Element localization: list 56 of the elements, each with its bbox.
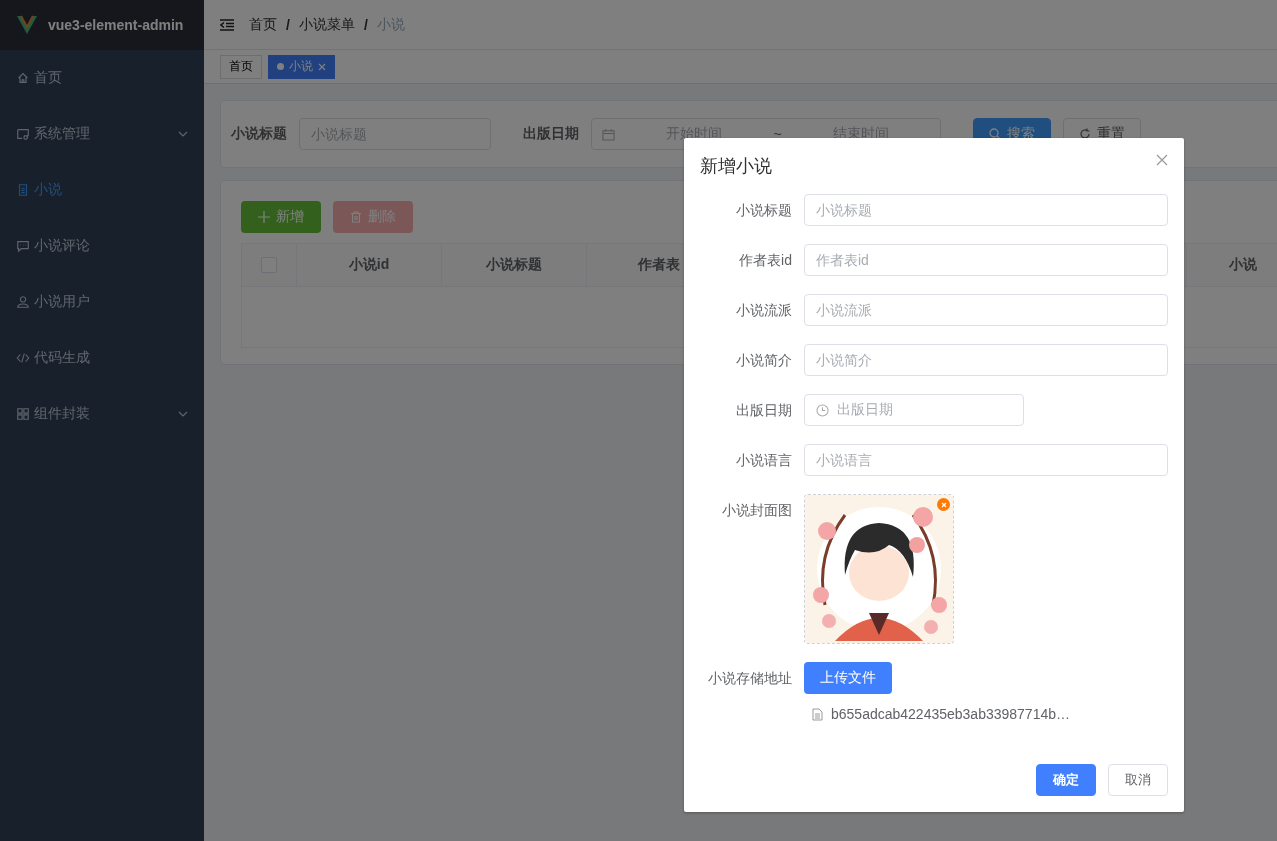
menu-item[interactable]: 小说 xyxy=(0,162,204,218)
document-icon xyxy=(16,183,30,197)
menu-item[interactable]: 小说评论 xyxy=(0,218,204,274)
column-header: 小说id xyxy=(348,256,390,274)
dot-icon xyxy=(277,63,284,70)
chat-icon xyxy=(16,239,30,253)
tag[interactable]: 首页 xyxy=(220,54,262,79)
confirm-button[interactable]: 确定 xyxy=(1036,764,1096,796)
clock-icon xyxy=(816,403,829,417)
add-button[interactable]: 新增 xyxy=(241,201,321,233)
tag[interactable]: 小说 xyxy=(268,54,335,79)
field-label: 小说语言 xyxy=(735,451,793,470)
column-header: 小说标题 xyxy=(486,256,542,274)
dialog-title: 新增小说 xyxy=(700,155,772,178)
user-icon xyxy=(16,295,30,309)
field-label: 出版日期 xyxy=(523,125,579,143)
logo-icon xyxy=(16,14,38,36)
column-header: 作者表 xyxy=(638,256,680,274)
breadcrumb-separator: / xyxy=(286,16,290,33)
close-icon[interactable] xyxy=(1156,154,1168,166)
plus-icon xyxy=(258,211,270,223)
file-icon xyxy=(812,707,823,721)
monitor-icon xyxy=(16,127,30,141)
menu-icon[interactable] xyxy=(220,18,234,31)
input-field[interactable]: 作者表id xyxy=(804,244,1168,276)
field-label: 小说标题 xyxy=(735,201,793,220)
field-label: 小说简介 xyxy=(735,351,793,370)
field-label: 小说标题 xyxy=(231,125,287,143)
cancel-button[interactable]: 取消 xyxy=(1108,764,1168,796)
code-icon xyxy=(16,351,30,365)
menu-item[interactable]: 首页 xyxy=(0,50,204,106)
field-label: 出版日期 xyxy=(735,401,793,420)
breadcrumb-item[interactable]: 首页 xyxy=(249,15,277,34)
file-name[interactable]: b655adcab422435eb3ab33987714b… xyxy=(831,706,1070,722)
menu-item[interactable]: 系统管理 xyxy=(0,106,204,162)
field-label: 小说存储地址 xyxy=(707,669,793,688)
breadcrumb-item[interactable]: 小说菜单 xyxy=(298,15,355,34)
date-field[interactable]: 出版日期 xyxy=(804,394,1024,426)
input-field[interactable]: 小说流派 xyxy=(804,294,1168,326)
input-field[interactable]: 小说语言 xyxy=(804,444,1168,476)
field-label: 作者表id xyxy=(738,251,793,270)
menu-item[interactable]: 组件封装 xyxy=(0,386,204,442)
input-field[interactable]: 小说标题 xyxy=(804,194,1168,226)
app-title: vue3-element-admin xyxy=(48,17,184,33)
grid-icon xyxy=(16,407,30,421)
column-header: 小说 xyxy=(1229,256,1257,274)
upload-button[interactable]: 上传文件 xyxy=(804,662,892,694)
input-field[interactable]: 小说简介 xyxy=(804,344,1168,376)
menu-item[interactable]: 代码生成 xyxy=(0,330,204,386)
menu-item[interactable]: 小说用户 xyxy=(0,274,204,330)
breadcrumb-separator: / xyxy=(363,16,368,33)
home-icon xyxy=(16,71,30,85)
field-label: 小说流派 xyxy=(735,301,793,320)
refresh-icon xyxy=(1079,128,1091,140)
field-label: 小说封面图 xyxy=(721,501,793,520)
calendar-icon xyxy=(602,127,615,141)
